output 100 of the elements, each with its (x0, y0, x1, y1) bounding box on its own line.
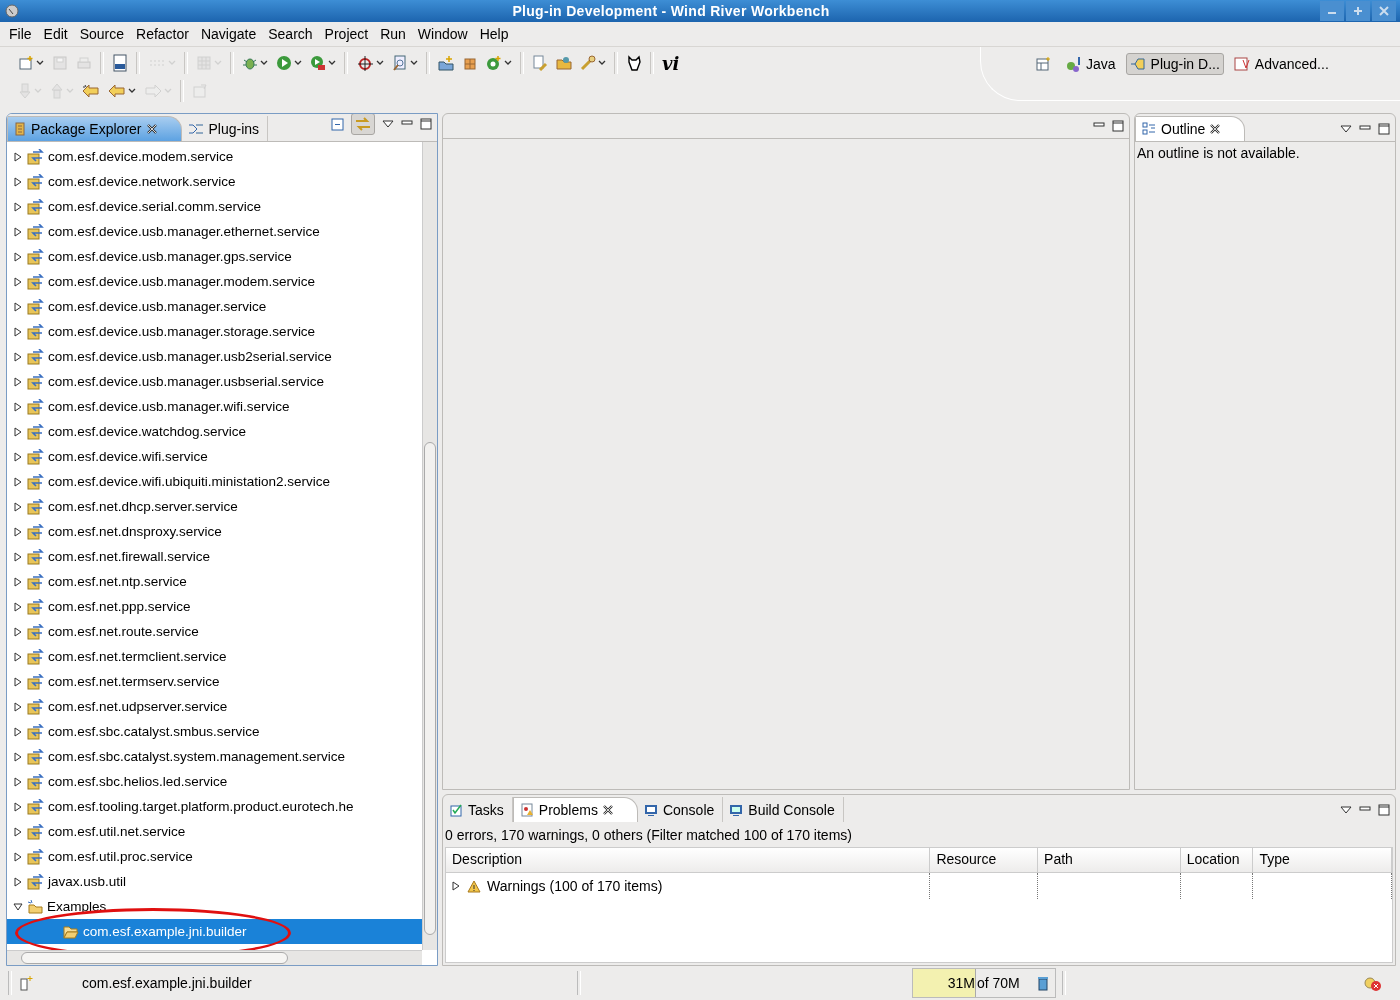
expand-arrow-icon[interactable] (13, 426, 23, 437)
expand-arrow-icon[interactable] (13, 201, 23, 212)
expand-arrow-icon[interactable] (13, 226, 23, 237)
tree-item[interactable]: com.esf.device.modem.service (7, 144, 422, 169)
tree-item[interactable]: com.esf.net.termclient.service (7, 644, 422, 669)
horizontal-scrollbar[interactable] (7, 950, 422, 965)
tree-item[interactable]: com.esf.device.usb.manager.usb2serial.service (7, 344, 422, 369)
expand-arrow-icon[interactable] (13, 176, 23, 187)
heap-status[interactable]: 31M of 70M (912, 968, 1056, 998)
view-tab[interactable]: Problems (512, 797, 638, 822)
menu-item[interactable]: Search (262, 26, 319, 42)
tree-item[interactable]: com.esf.device.watchdog.service (7, 419, 422, 444)
tree-item[interactable]: com.esf.device.usb.manager.gps.service (7, 244, 422, 269)
expand-arrow-icon[interactable] (13, 301, 23, 312)
tree-item[interactable]: com.esf.net.udpserver.service (7, 694, 422, 719)
perspective-button[interactable]: Plug-in D... (1125, 53, 1224, 75)
expand-arrow-icon[interactable] (13, 326, 23, 337)
vertical-scrollbar[interactable] (422, 142, 437, 950)
expand-arrow-icon[interactable] (13, 576, 23, 587)
tree-item[interactable]: com.esf.net.dnsproxy.service (7, 519, 422, 544)
expand-arrow-icon[interactable] (451, 881, 461, 891)
menu-item[interactable]: Help (473, 26, 515, 42)
expand-arrow-icon[interactable] (13, 351, 23, 362)
expand-arrow-icon[interactable] (13, 601, 23, 612)
expand-arrow-icon[interactable] (13, 851, 23, 862)
tree-item[interactable]: com.esf.device.wifi.ubiquiti.ministation2.service (7, 469, 422, 494)
close-icon[interactable] (1210, 124, 1221, 134)
expand-arrow-icon[interactable] (13, 251, 23, 262)
column-header[interactable]: Path (1038, 848, 1181, 872)
expand-arrow-icon[interactable] (13, 776, 23, 787)
expand-arrow-icon[interactable] (13, 451, 23, 462)
tree-item[interactable]: com.esf.net.firewall.service (7, 544, 422, 569)
view-tab[interactable]: Plug-ins (181, 116, 269, 141)
view-menu-icon[interactable] (1340, 125, 1352, 133)
menu-item[interactable]: Source (73, 26, 131, 42)
tree-item[interactable]: com.esf.device.serial.comm.service (7, 194, 422, 219)
tree-item[interactable]: com.esf.device.usb.manager.modem.service (7, 269, 422, 294)
tree-item[interactable]: com.esf.example.jni.builder (7, 919, 422, 944)
tree-item[interactable]: com.esf.sbc.catalyst.smbus.service (7, 719, 422, 744)
tree-item[interactable]: com.esf.device.wifi.service (7, 444, 422, 469)
tree-item[interactable]: com.esf.device.network.service (7, 169, 422, 194)
expand-arrow-icon[interactable] (13, 676, 23, 687)
tree-item[interactable]: com.esf.device.usb.manager.wifi.service (7, 394, 422, 419)
tree-item[interactable]: com.esf.device.usb.manager.ethernet.service (7, 219, 422, 244)
column-header[interactable]: Resource (930, 848, 1039, 872)
expand-arrow-icon[interactable] (13, 826, 23, 837)
menu-item[interactable]: Run (374, 26, 412, 42)
tree-item[interactable]: com.esf.net.route.service (7, 619, 422, 644)
tree-item[interactable]: com.esf.tooling.target.platform.product.eurotech.he (7, 794, 422, 819)
vi-button[interactable]: vi (658, 52, 684, 74)
garbage-collect-button[interactable] (1037, 975, 1049, 991)
expand-arrow-icon[interactable] (13, 726, 23, 737)
expand-arrow-icon[interactable] (13, 401, 23, 412)
column-header[interactable]: Location (1180, 848, 1254, 872)
close-icon[interactable] (602, 805, 613, 815)
expand-arrow-icon[interactable] (13, 526, 23, 537)
tree-item[interactable]: com.esf.net.dhcp.server.service (7, 494, 422, 519)
tree-item[interactable]: com.esf.util.proc.service (7, 844, 422, 869)
view-tab[interactable]: Outline (1135, 116, 1246, 141)
tree-item[interactable]: Examples (7, 894, 422, 919)
column-header[interactable]: Description (446, 848, 931, 872)
menu-item[interactable]: Navigate (194, 26, 263, 42)
expand-arrow-icon[interactable] (13, 801, 23, 812)
tree-item[interactable]: com.esf.net.termserv.service (7, 669, 422, 694)
view-menu-icon[interactable] (1340, 806, 1352, 814)
column-header[interactable]: Type (1253, 848, 1392, 872)
menu-item[interactable]: Refactor (130, 26, 195, 42)
collapse-all-icon[interactable] (331, 117, 344, 131)
expand-arrow-icon[interactable] (13, 376, 23, 387)
tree-item[interactable]: javax.usb.util (7, 869, 422, 894)
view-tab[interactable]: Package Explorer (7, 116, 182, 141)
expand-arrow-icon[interactable] (13, 476, 23, 487)
perspective-button[interactable]: Java (1061, 53, 1120, 75)
tree-item[interactable]: com.esf.device.usb.manager.service (7, 294, 422, 319)
menu-item[interactable]: Project (318, 26, 375, 42)
problem-group-row[interactable]: Warnings (100 of 170 items) (446, 873, 931, 899)
maximize-icon[interactable] (1378, 804, 1390, 816)
maximize-icon[interactable] (1378, 123, 1390, 135)
menu-item[interactable]: File (3, 26, 38, 42)
expand-arrow-icon[interactable] (13, 651, 23, 662)
menu-item[interactable]: Edit (37, 26, 74, 42)
tree-item[interactable]: com.esf.device.usb.manager.storage.service (7, 319, 422, 344)
expand-arrow-icon[interactable] (13, 551, 23, 562)
menu-item[interactable]: Window (411, 26, 474, 42)
expand-arrow-icon[interactable] (13, 701, 23, 712)
expand-arrow-icon[interactable] (13, 151, 23, 162)
expand-arrow-icon[interactable] (13, 876, 23, 887)
tree-item[interactable]: com.esf.sbc.catalyst.system.management.service (7, 744, 422, 769)
tree-item[interactable]: com.esf.net.ntp.service (7, 569, 422, 594)
close-icon[interactable] (146, 124, 157, 134)
expand-arrow-icon[interactable] (13, 501, 23, 512)
collapse-arrow-icon[interactable] (13, 901, 23, 912)
tree-item[interactable]: com.esf.net.ppp.service (7, 594, 422, 619)
expand-arrow-icon[interactable] (13, 626, 23, 637)
expand-arrow-icon[interactable] (13, 751, 23, 762)
perspective-button[interactable]: Advanced... (1229, 53, 1333, 75)
tree-item[interactable]: com.esf.sbc.helios.led.service (7, 769, 422, 794)
view-menu-icon[interactable] (382, 120, 394, 128)
expand-arrow-icon[interactable] (13, 276, 23, 287)
maximize-icon[interactable] (420, 118, 432, 130)
